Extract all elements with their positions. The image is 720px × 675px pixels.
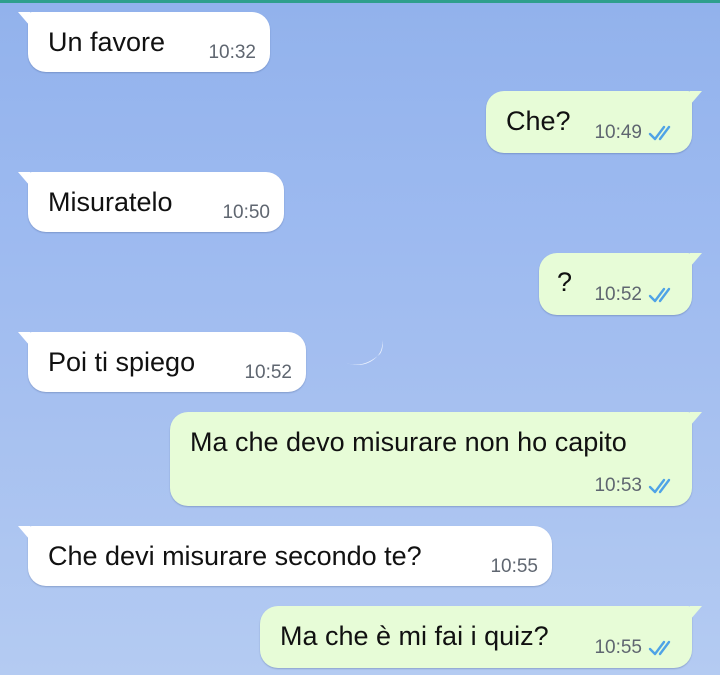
message-bubble-outgoing[interactable]: Ma che devo misurare non ho capito 10:53	[170, 412, 702, 506]
message-bubble-outgoing[interactable]: ? 10:52	[539, 253, 702, 315]
bubble-tail	[690, 91, 702, 105]
message-text: ?	[557, 267, 573, 297]
message-bubble-incoming[interactable]: Un favore 10:32	[18, 12, 270, 72]
message-time: 10:50	[222, 202, 270, 223]
read-ticks-icon	[648, 478, 671, 494]
read-ticks-icon	[648, 640, 671, 656]
message-time: 10:52	[244, 362, 292, 383]
bubble-tail	[690, 412, 702, 426]
bubble-tail	[18, 12, 30, 26]
bubble-tail	[18, 172, 30, 186]
message-meta: 10:50	[222, 202, 270, 224]
message-text: Misuratelo	[48, 187, 173, 217]
read-ticks-icon	[648, 125, 671, 141]
message-text: Ma che devo misurare non ho capito	[190, 427, 627, 457]
bubble-tail	[18, 332, 30, 346]
message-text: Poi ti spiego	[48, 347, 196, 377]
message-text: Un favore	[48, 27, 166, 57]
message-meta: 10:52	[244, 362, 292, 384]
chat-thread[interactable]: Un favore 10:32 Che? 10:49 Misuratelo 10…	[0, 0, 720, 675]
message-text: Ma che è mi fai i quiz?	[280, 621, 549, 651]
message-time: 10:49	[594, 122, 642, 143]
message-bubble-incoming[interactable]: Che devi misurare secondo te? 10:55	[18, 526, 552, 586]
message-meta: 10:53	[594, 475, 678, 497]
message-bubble-outgoing[interactable]: Ma che è mi fai i quiz? 10:55	[260, 606, 702, 668]
message-text: Che?	[506, 106, 571, 136]
message-text: Che devi misurare secondo te?	[48, 541, 422, 571]
message-time: 10:55	[490, 556, 538, 577]
message-time: 10:53	[594, 475, 642, 496]
message-bubble-incoming[interactable]: Poi ti spiego 10:52	[18, 332, 306, 392]
message-time: 10:32	[208, 42, 256, 63]
message-meta: 10:49	[594, 122, 678, 144]
bubble-tail	[690, 606, 702, 620]
message-time: 10:55	[594, 637, 642, 658]
message-meta: 10:55	[490, 556, 538, 578]
read-ticks-icon	[648, 287, 671, 303]
message-bubble-outgoing[interactable]: Che? 10:49	[486, 91, 702, 153]
bubble-tail	[18, 526, 30, 540]
message-meta: 10:55	[594, 637, 678, 659]
message-time: 10:52	[594, 284, 642, 305]
message-meta: 10:32	[208, 42, 256, 64]
message-meta: 10:52	[594, 284, 678, 306]
bubble-tail	[690, 253, 702, 267]
message-bubble-incoming[interactable]: Misuratelo 10:50	[18, 172, 284, 232]
